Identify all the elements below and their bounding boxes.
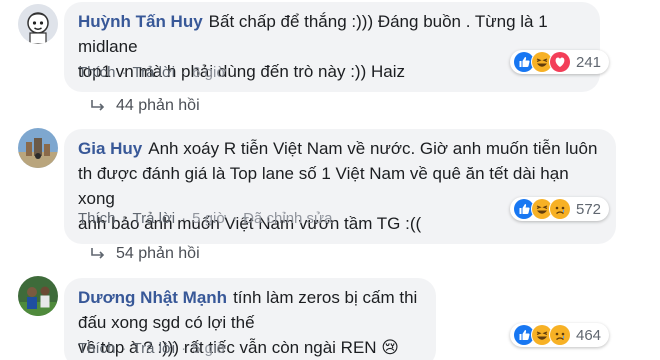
timestamp[interactable]: 5 giờ: [192, 210, 226, 227]
reaction-summary[interactable]: 241: [510, 50, 610, 74]
reply-arrow-icon: [91, 248, 105, 259]
reply-link[interactable]: Trả lời: [133, 340, 176, 357]
view-replies-link[interactable]: 54 phản hồi: [90, 245, 200, 263]
avatar[interactable]: [18, 4, 58, 44]
comment-actions: Thích · Trả lời · 5 giờ: [78, 340, 226, 357]
comment-text-line: Anh xoáy R tiễn Việt Nam về nước. Giờ an…: [148, 139, 598, 158]
separator: ·: [181, 340, 187, 357]
separator: ·: [232, 210, 238, 227]
reply-link[interactable]: Trả lời: [133, 210, 176, 227]
sad-icon: [549, 324, 571, 346]
separator: ·: [121, 64, 127, 81]
replies-count[interactable]: 44 phản hồi: [116, 97, 200, 115]
like-link[interactable]: Thích: [78, 64, 116, 81]
separator: ·: [121, 210, 127, 227]
separator: ·: [181, 210, 187, 227]
comment-actions: Thích · Trả lời · 5 giờ · Đã chỉnh sửa: [78, 210, 332, 227]
timestamp[interactable]: 5 giờ: [192, 340, 226, 357]
separator: ·: [121, 340, 127, 357]
comment-author[interactable]: Dương Nhật Mạnh: [78, 288, 227, 307]
avatar[interactable]: [18, 128, 58, 168]
view-replies-link[interactable]: 44 phản hồi: [90, 97, 200, 115]
separator: ·: [181, 64, 187, 81]
love-icon: [549, 51, 571, 73]
reply-arrow-icon: [91, 100, 105, 111]
comment-author[interactable]: Gia Huy: [78, 139, 142, 158]
reply-link[interactable]: Trả lời: [133, 64, 176, 81]
edited-label[interactable]: Đã chỉnh sửa: [243, 210, 332, 227]
like-link[interactable]: Thích: [78, 210, 116, 227]
timestamp[interactable]: 6 giờ: [192, 64, 226, 81]
like-link[interactable]: Thích: [78, 340, 116, 357]
reaction-summary[interactable]: 464: [510, 323, 610, 347]
reaction-count: 572: [576, 200, 602, 218]
reaction-count: 464: [576, 326, 602, 344]
comment-actions: Thích · Trả lời · 6 giờ: [78, 64, 226, 81]
avatar[interactable]: [18, 276, 58, 316]
replies-count[interactable]: 54 phản hồi: [116, 245, 200, 263]
sad-icon: [549, 198, 571, 220]
reaction-summary[interactable]: 572: [510, 197, 610, 221]
comment-text-line: th được đánh giá là Top lane số 1 Việt N…: [78, 164, 569, 208]
comment-author[interactable]: Huỳnh Tấn Huy: [78, 12, 203, 31]
reaction-count: 241: [576, 53, 602, 71]
